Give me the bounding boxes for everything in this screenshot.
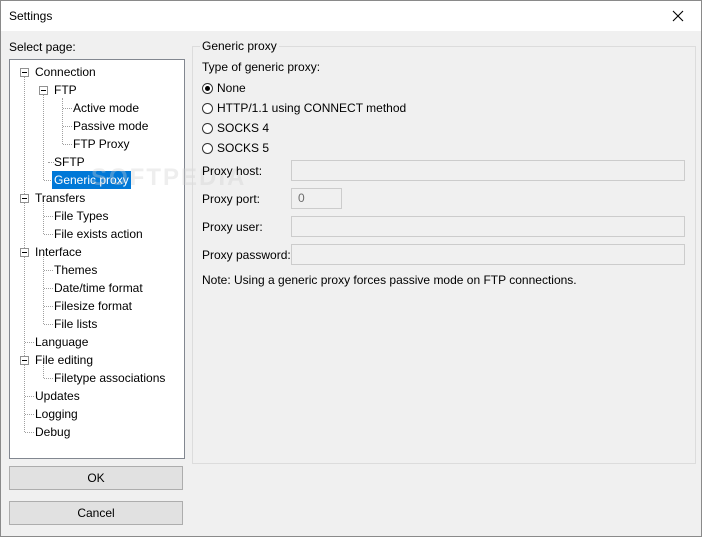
tree-item-passive-mode[interactable]: Passive mode <box>71 117 150 135</box>
close-button[interactable] <box>655 1 701 31</box>
tree-item-date-time-format[interactable]: Date/time format <box>52 279 145 297</box>
proxy-password-input[interactable] <box>291 244 685 265</box>
radio-socks4[interactable]: SOCKS 4 <box>202 120 269 136</box>
radio-label: SOCKS 5 <box>217 141 270 155</box>
ok-button[interactable]: OK <box>9 466 183 490</box>
tree-item-file-lists[interactable]: File lists <box>52 315 99 333</box>
collapse-icon[interactable] <box>39 86 48 95</box>
proxy-host-input[interactable] <box>291 160 685 181</box>
tree-item-transfers[interactable]: Transfers <box>33 189 87 207</box>
collapse-icon[interactable] <box>20 248 29 257</box>
proxy-type-label: Type of generic proxy: <box>202 60 321 74</box>
radio-label: HTTP/1.1 using CONNECT method <box>217 101 407 115</box>
title-bar[interactable]: Settings <box>1 1 701 31</box>
tree-item-updates[interactable]: Updates <box>33 387 82 405</box>
tree-item-ftp[interactable]: FTP <box>52 81 79 99</box>
tree-item-sftp[interactable]: SFTP <box>52 153 87 171</box>
radio-unchecked-icon[interactable] <box>202 142 213 154</box>
cancel-button[interactable]: Cancel <box>9 501 183 525</box>
collapse-icon[interactable] <box>20 68 29 77</box>
tree-item-filetype-associations[interactable]: Filetype associations <box>52 369 167 387</box>
tree-item-connection[interactable]: Connection <box>33 63 98 81</box>
tree-item-file-exists-action[interactable]: File exists action <box>52 225 145 243</box>
radio-unchecked-icon[interactable] <box>202 122 213 134</box>
passive-mode-note: Note: Using a generic proxy forces passi… <box>202 273 577 287</box>
settings-window: Settings Select page: Connection FTP Act… <box>0 0 702 537</box>
select-page-label: Select page: <box>9 40 76 54</box>
proxy-port-input[interactable]: 0 <box>291 188 342 209</box>
tree-item-active-mode[interactable]: Active mode <box>71 99 141 117</box>
collapse-icon[interactable] <box>20 356 29 365</box>
tree-item-language[interactable]: Language <box>33 333 90 351</box>
proxy-user-label: Proxy user: <box>202 220 263 234</box>
tree-item-logging[interactable]: Logging <box>33 405 80 423</box>
radio-label: None <box>217 81 246 95</box>
radio-label: SOCKS 4 <box>217 121 270 135</box>
settings-page-tree[interactable]: Connection FTP Active mode Passive mode … <box>9 59 185 459</box>
tree-item-interface[interactable]: Interface <box>33 243 84 261</box>
tree-line <box>62 98 63 144</box>
radio-socks5[interactable]: SOCKS 5 <box>202 140 269 156</box>
proxy-port-label: Proxy port: <box>202 192 261 206</box>
proxy-user-input[interactable] <box>291 216 685 237</box>
window-title: Settings <box>9 9 53 23</box>
radio-none[interactable]: None <box>202 80 246 96</box>
tree-line <box>43 92 44 180</box>
tree-item-filesize-format[interactable]: Filesize format <box>52 297 134 315</box>
proxy-password-label: Proxy password: <box>202 248 291 262</box>
tree-item-themes[interactable]: Themes <box>52 261 99 279</box>
radio-http-connect[interactable]: HTTP/1.1 using CONNECT method <box>202 100 406 116</box>
tree-item-ftp-proxy[interactable]: FTP Proxy <box>71 135 131 153</box>
close-icon <box>672 10 684 22</box>
collapse-icon[interactable] <box>20 194 29 203</box>
tree-item-file-types[interactable]: File Types <box>52 207 110 225</box>
tree-item-debug[interactable]: Debug <box>33 423 72 441</box>
tree-line <box>43 254 44 324</box>
group-title: Generic proxy <box>200 39 279 53</box>
tree-item-file-editing[interactable]: File editing <box>33 351 95 369</box>
radio-checked-icon[interactable] <box>202 82 213 94</box>
proxy-host-label: Proxy host: <box>202 164 263 178</box>
radio-unchecked-icon[interactable] <box>202 102 213 114</box>
